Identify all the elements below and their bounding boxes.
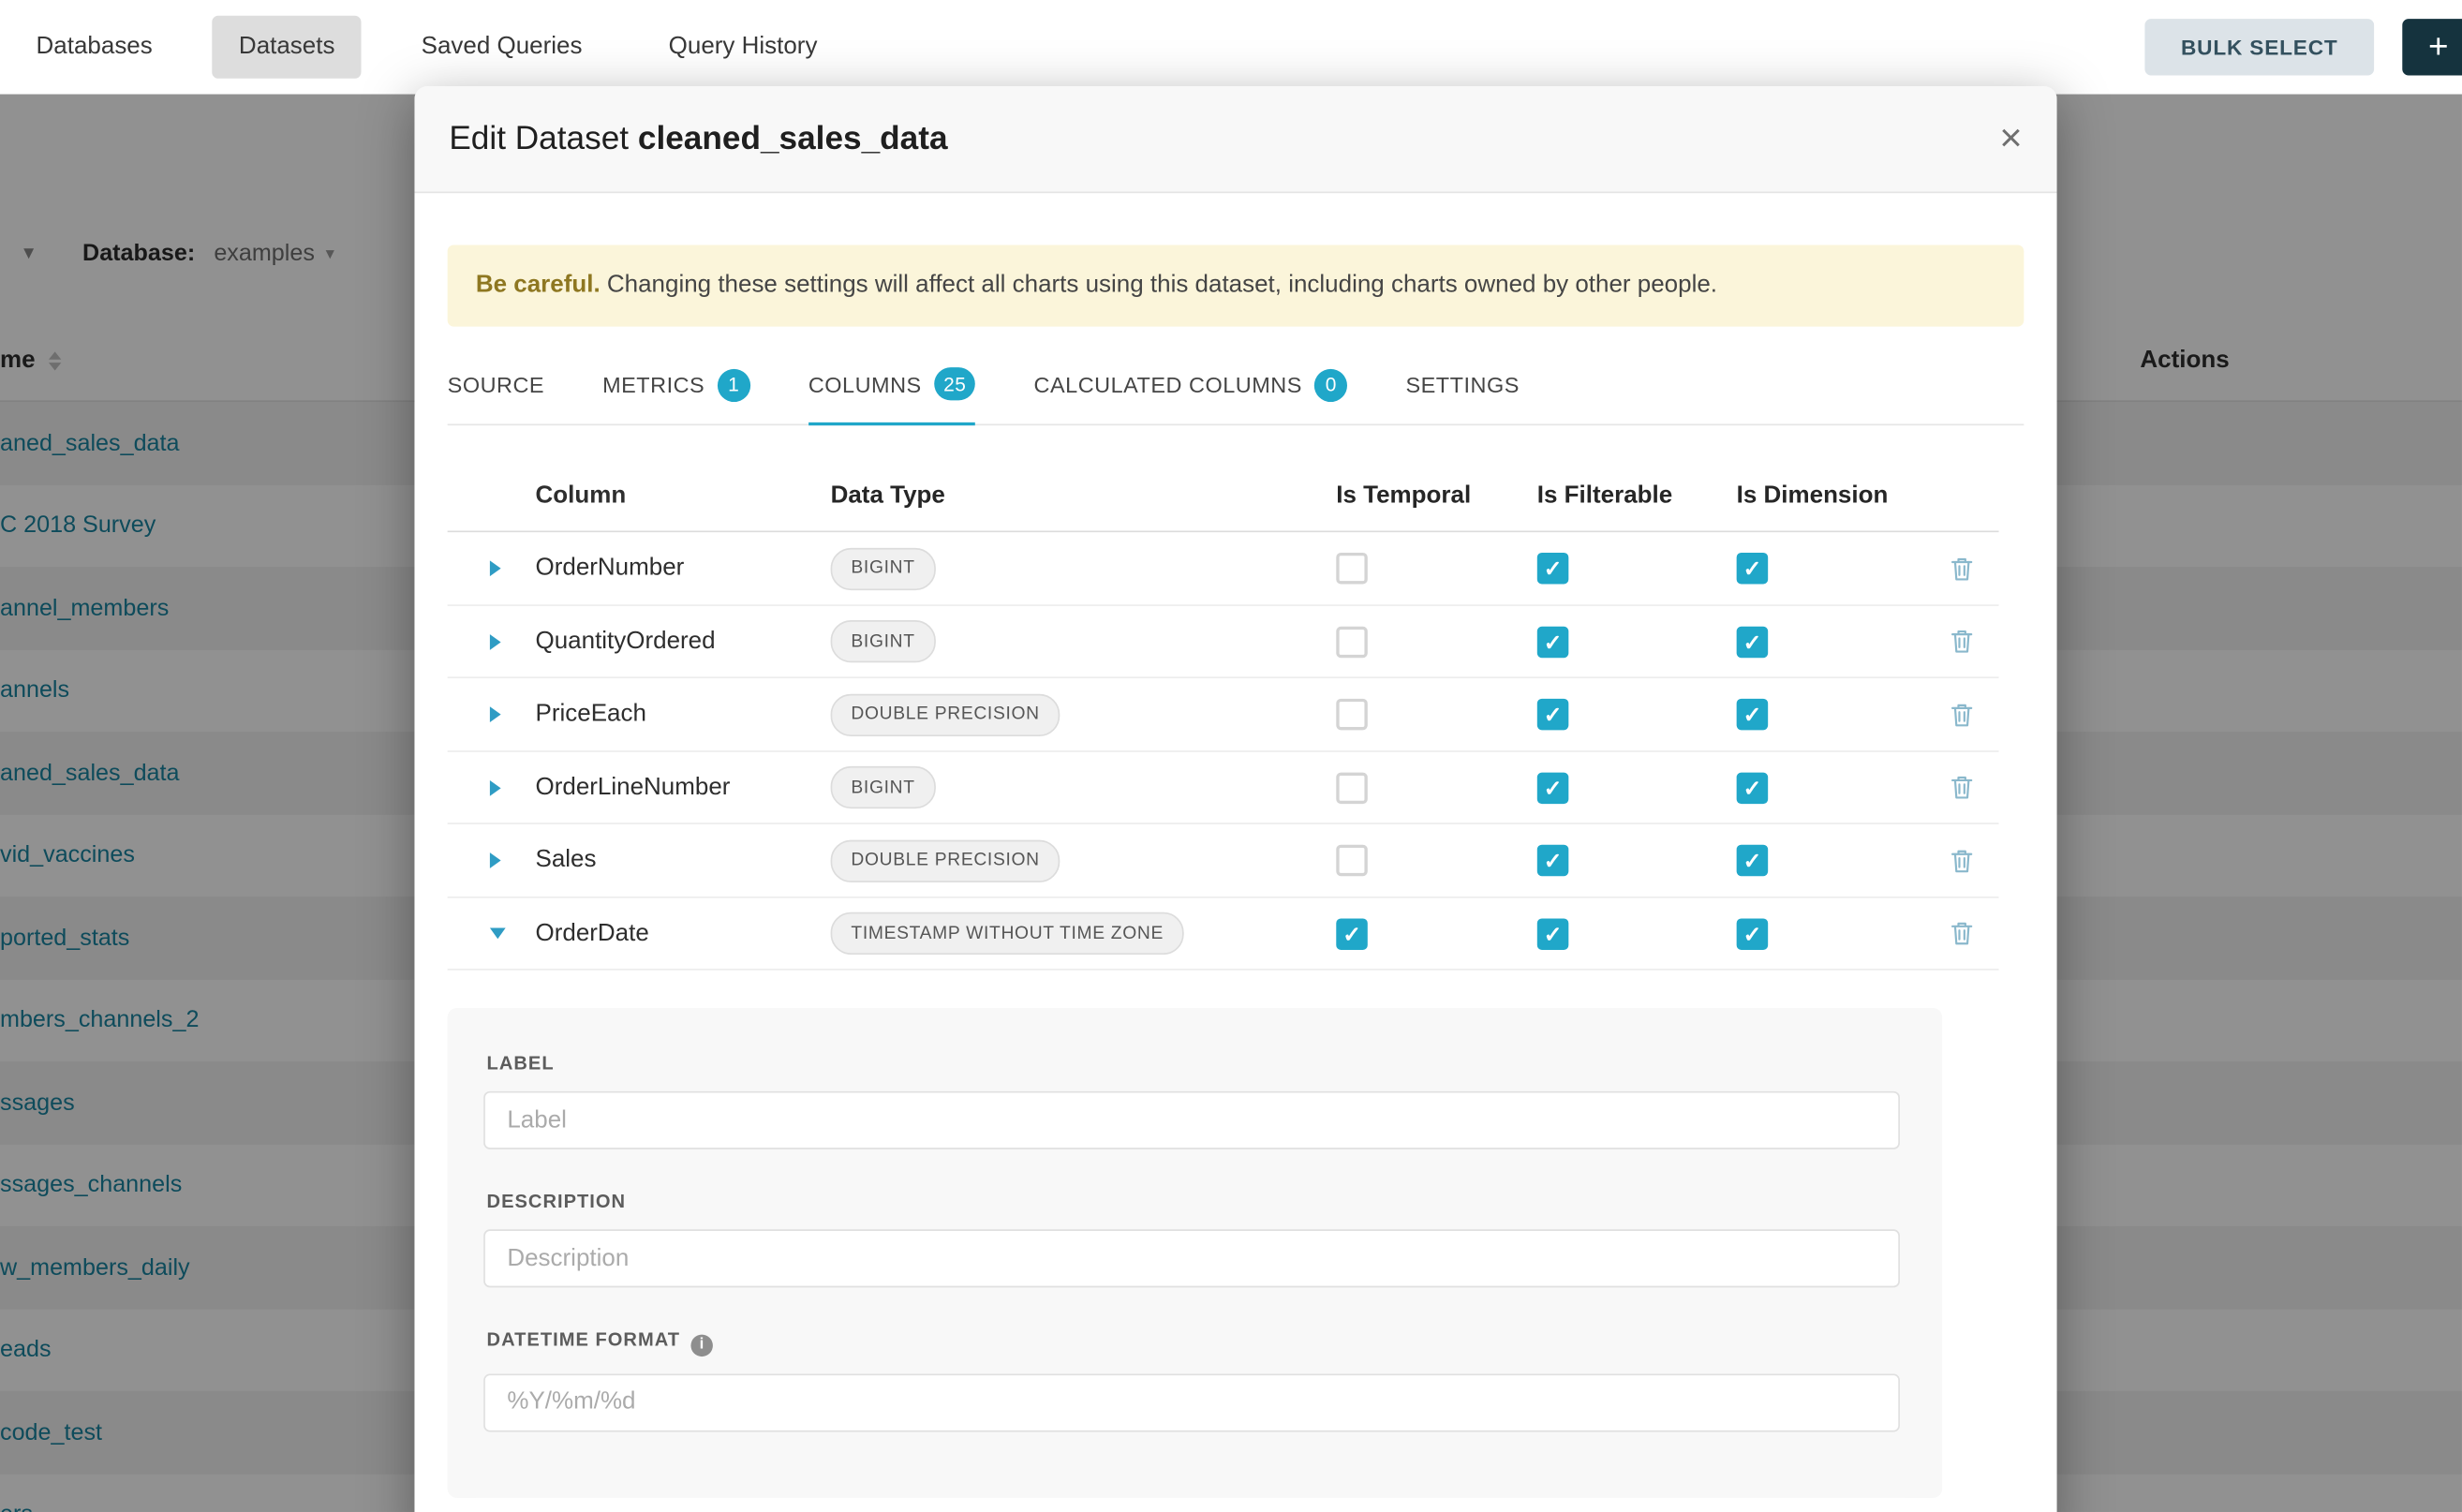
column-row: SalesDOUBLE PRECISION (448, 825, 1999, 898)
tab-label: CALCULATED COLUMNS (1034, 373, 1302, 398)
is-temporal-checkbox[interactable] (1336, 918, 1368, 950)
column-name: Sales (536, 847, 831, 875)
delete-column-icon[interactable] (1950, 921, 1974, 947)
is-filterable-checkbox[interactable] (1537, 918, 1569, 950)
data-type-pill: TIMESTAMP WITHOUT TIME ZONE (831, 912, 1184, 955)
delete-column-icon[interactable] (1950, 629, 1974, 655)
data-type-pill: BIGINT (831, 547, 936, 589)
collapse-caret-icon[interactable] (490, 928, 506, 940)
column-row: OrderDateTIMESTAMP WITHOUT TIME ZONE (448, 898, 1999, 971)
delete-column-icon[interactable] (1950, 702, 1974, 728)
column-row: QuantityOrderedBIGINT (448, 606, 1999, 679)
is-filterable-header: Is Filterable (1537, 482, 1737, 511)
label-input[interactable] (483, 1092, 1900, 1150)
is-temporal-checkbox[interactable] (1336, 626, 1368, 658)
modal-header: Edit Dataset cleaned_sales_data × (414, 86, 2056, 193)
modal-body: Be careful. Changing these settings will… (414, 245, 2056, 1497)
description-input[interactable] (483, 1230, 1900, 1288)
is-dimension-checkbox[interactable] (1737, 626, 1769, 658)
tab-count-badge: 25 (934, 368, 975, 401)
tab-label: COLUMNS (808, 372, 922, 397)
datetime-format-label-text: DATETIME FORMAT (487, 1329, 681, 1351)
delete-column-icon[interactable] (1950, 556, 1974, 582)
is-dimension-checkbox[interactable] (1737, 845, 1769, 877)
modal-title: Edit Dataset cleaned_sales_data (449, 120, 947, 157)
data-type-pill: DOUBLE PRECISION (831, 839, 1060, 882)
expand-caret-icon[interactable] (490, 561, 501, 577)
tab-label: SETTINGS (1405, 373, 1519, 398)
nav-tab-databases[interactable]: Databases (9, 16, 179, 79)
expand-caret-icon[interactable] (490, 707, 501, 723)
is-temporal-checkbox[interactable] (1336, 699, 1368, 731)
is-dimension-checkbox[interactable] (1737, 699, 1769, 731)
is-filterable-checkbox[interactable] (1537, 699, 1569, 731)
tab-label: SOURCE (448, 373, 544, 398)
is-temporal-checkbox[interactable] (1336, 845, 1368, 877)
warning-bold-text: Be careful. (476, 272, 601, 298)
expand-caret-icon[interactable] (490, 852, 501, 868)
column-row: OrderNumberBIGINT (448, 533, 1999, 606)
expand-caret-icon[interactable] (490, 634, 501, 650)
delete-column-icon[interactable] (1950, 848, 1974, 874)
tab-count-badge: 0 (1314, 369, 1347, 402)
label-field-label: LABEL (487, 1053, 1900, 1075)
description-field-label: DESCRIPTION (487, 1191, 1900, 1212)
column-row: PriceEachDOUBLE PRECISION (448, 679, 1999, 752)
nav-tab-datasets[interactable]: Datasets (212, 16, 362, 79)
is-temporal-header: Is Temporal (1336, 482, 1537, 511)
is-filterable-checkbox[interactable] (1537, 626, 1569, 658)
delete-column-icon[interactable] (1950, 775, 1974, 801)
tab-settings[interactable]: SETTINGS (1405, 347, 1519, 425)
column-detail-panel: LABEL DESCRIPTION DATETIME FORMAT i (448, 1009, 1943, 1498)
data-type-pill: BIGINT (831, 620, 936, 662)
column-header: Column (536, 482, 831, 511)
is-dimension-checkbox[interactable] (1737, 553, 1769, 585)
tab-calculated-columns[interactable]: CALCULATED COLUMNS 0 (1034, 347, 1348, 425)
columns-table-header: Column Data Type Is Temporal Is Filterab… (448, 463, 1999, 533)
columns-table-body: OrderNumberBIGINTQuantityOrderedBIGINTPr… (448, 533, 2024, 971)
is-dimension-checkbox[interactable] (1737, 772, 1769, 804)
add-dataset-button[interactable]: + (2402, 19, 2462, 75)
close-icon[interactable]: × (1999, 119, 2022, 158)
nav-tab-query-history[interactable]: Query History (642, 16, 844, 79)
tab-metrics[interactable]: METRICS 1 (602, 347, 750, 425)
column-name: OrderLineNumber (536, 774, 831, 802)
is-temporal-checkbox[interactable] (1336, 553, 1368, 585)
tab-columns[interactable]: COLUMNS 25 (808, 347, 976, 426)
column-row: OrderLineNumberBIGINT (448, 752, 1999, 825)
modal-title-dataset-name: cleaned_sales_data (638, 120, 948, 156)
modal-tabs: SOURCE METRICS 1 COLUMNS 25 CALCULATED COLUMN… (448, 347, 2024, 426)
info-icon[interactable]: i (691, 1335, 713, 1356)
screen: Databases Datasets Saved Queries Query H… (0, 0, 2462, 1512)
is-temporal-checkbox[interactable] (1336, 772, 1368, 804)
column-name: OrderNumber (536, 555, 831, 583)
data-type-pill: BIGINT (831, 766, 936, 808)
is-filterable-checkbox[interactable] (1537, 772, 1569, 804)
tab-count-badge: 1 (718, 369, 750, 402)
modal-title-prefix: Edit Dataset (449, 120, 629, 156)
edit-dataset-modal: Edit Dataset cleaned_sales_data × Be car… (414, 86, 2056, 1512)
is-filterable-checkbox[interactable] (1537, 845, 1569, 877)
tab-source[interactable]: SOURCE (448, 347, 544, 425)
is-dimension-header: Is Dimension (1737, 482, 1938, 511)
bulk-select-button[interactable]: BULK SELECT (2144, 19, 2374, 75)
column-name: PriceEach (536, 701, 831, 729)
warning-text: Changing these settings will affect all … (601, 272, 1717, 298)
nav-tab-saved-queries[interactable]: Saved Queries (394, 16, 609, 79)
expand-caret-icon[interactable] (490, 780, 501, 796)
data-type-header: Data Type (831, 482, 1337, 511)
datetime-format-field-label: DATETIME FORMAT i (487, 1329, 1900, 1356)
tab-label: METRICS (602, 373, 704, 398)
is-dimension-checkbox[interactable] (1737, 918, 1769, 950)
is-filterable-checkbox[interactable] (1537, 553, 1569, 585)
data-type-pill: DOUBLE PRECISION (831, 693, 1060, 735)
datetime-format-input[interactable] (483, 1373, 1900, 1431)
column-name: QuantityOrdered (536, 628, 831, 656)
plus-icon: + (2428, 26, 2449, 67)
column-name: OrderDate (536, 920, 831, 948)
top-navigation: Databases Datasets Saved Queries Query H… (0, 0, 2462, 95)
warning-banner: Be careful. Changing these settings will… (448, 245, 2024, 327)
